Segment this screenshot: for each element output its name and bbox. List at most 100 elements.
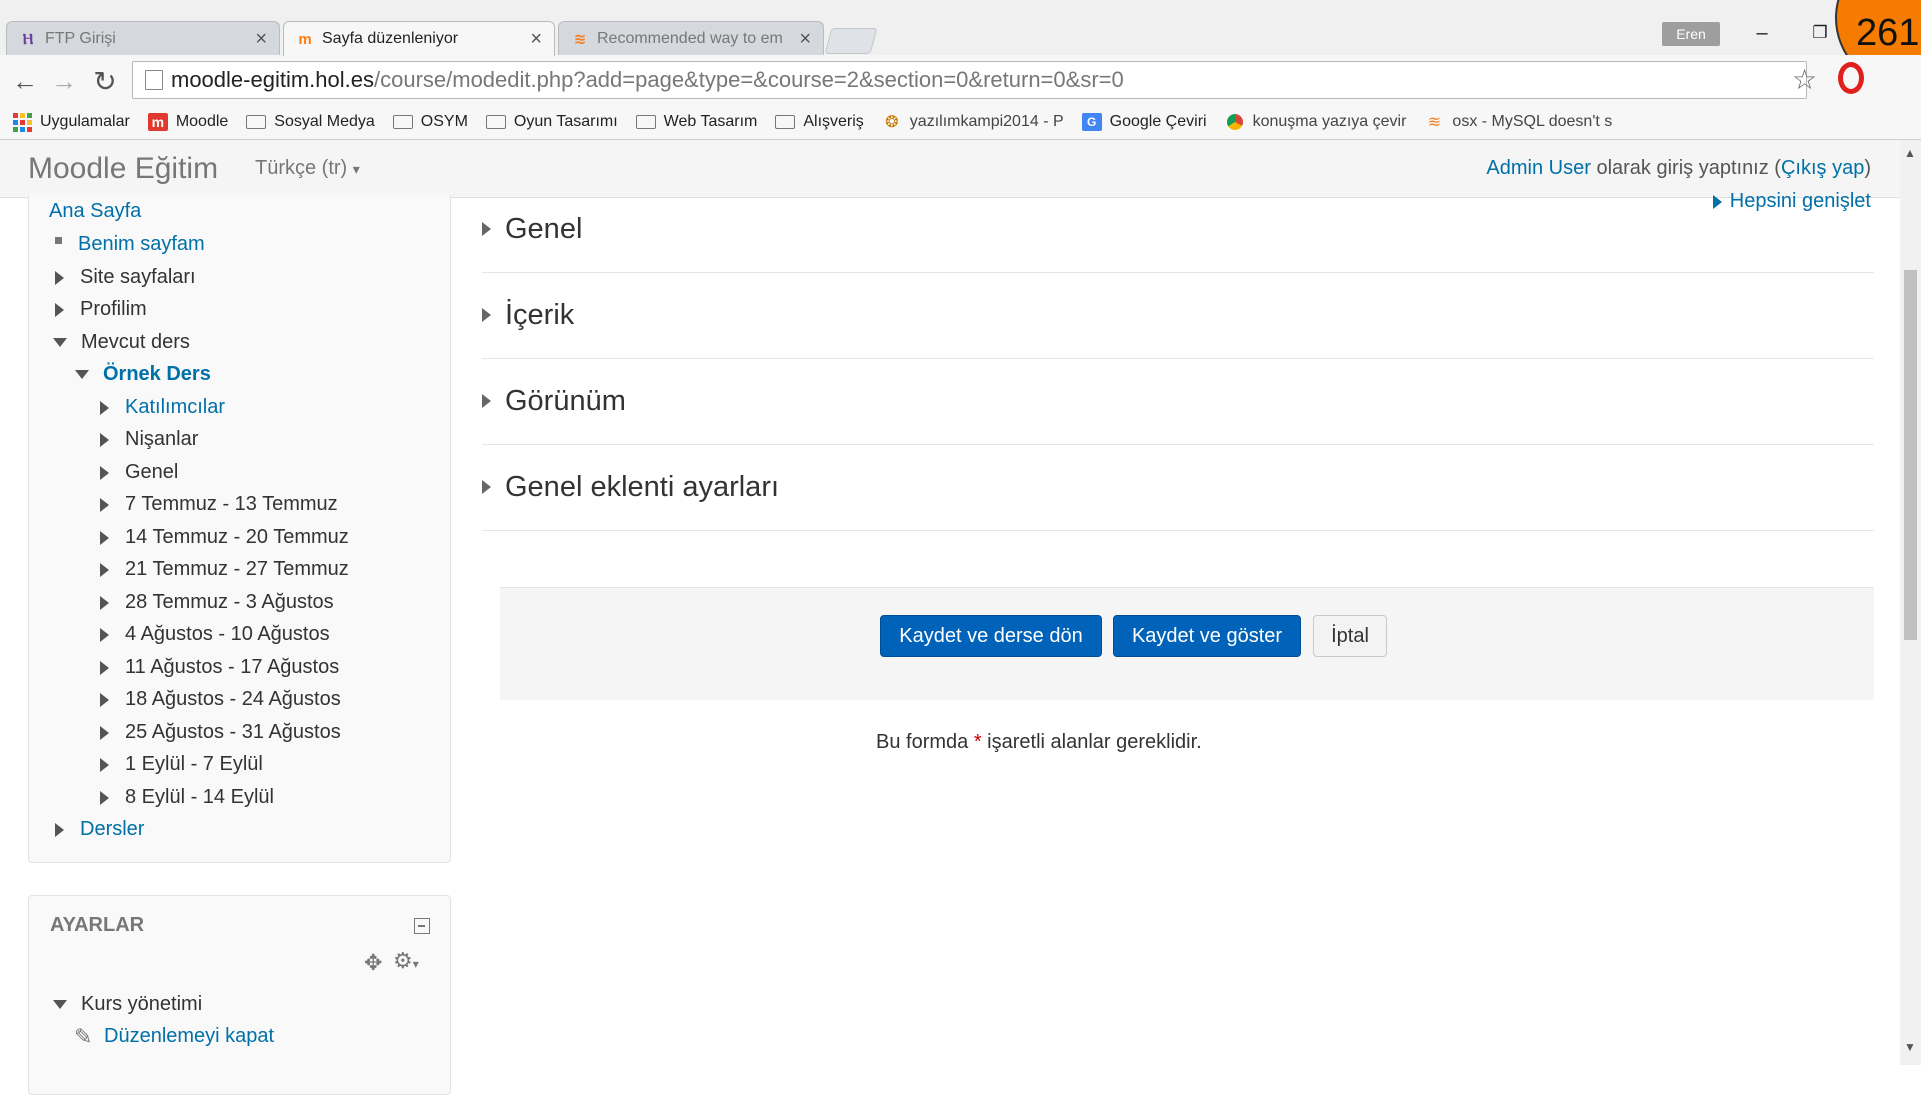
folder-icon [635,113,656,131]
expand-arrow-icon [100,432,109,447]
bookmark-moodle[interactable]: m Moodle [147,113,228,131]
required-asterisk: * [973,731,982,753]
nav-week[interactable]: 8 Eylül - 14 Eylül [100,786,274,809]
scroll-up-icon[interactable]: ▲ [1904,146,1916,160]
section-appearance[interactable]: Görünüm [482,358,1874,445]
bookmark-star-icon[interactable]: ☆ [1792,63,1817,96]
host-icon: Ⲏ [22,30,34,48]
bookmarks-bar: Uygulamalar m Moodle Sosyal Medya OSYM O… [0,105,1921,140]
nav-home[interactable]: Ana Sayfa [49,200,141,223]
expand-arrow-icon [482,394,491,408]
nav-week[interactable]: 21 Temmuz - 27 Temmuz [100,558,349,581]
folder-icon [246,113,267,131]
nav-week[interactable]: 18 Ağustos - 24 Ağustos [100,688,341,711]
bookmark-web-design[interactable]: Web Tasarım [635,113,757,131]
section-general[interactable]: Genel [482,186,1874,273]
tab-ftp-login[interactable]: Ⲏ FTP Girişi × [6,21,280,56]
expand-arrow-icon [100,692,109,707]
nav-week[interactable]: 14 Temmuz - 20 Temmuz [100,526,349,549]
pencil-icon: ✎ [74,1024,93,1049]
nav-week[interactable]: 28 Temmuz - 3 Ağustos [100,591,334,614]
save-display-button[interactable]: Kaydet ve göster [1113,615,1301,657]
close-tab-icon[interactable]: × [530,28,542,51]
expand-arrow-icon [482,222,491,236]
user-profile-link[interactable]: Admin User [1486,157,1590,179]
bookmark-game-design[interactable]: Oyun Tasarımı [485,113,618,131]
settings-course-admin[interactable]: Kurs yönetimi [53,993,202,1016]
bookmark-apps[interactable]: Uygulamalar [12,112,130,132]
nav-week[interactable]: 4 Ağustos - 10 Ağustos [100,623,330,646]
tab-recommended-way[interactable]: ≋ Recommended way to em × [558,21,824,56]
minimize-icon[interactable]: – [1742,18,1782,48]
expand-arrow-icon [55,302,64,317]
section-content[interactable]: İçerik [482,272,1874,359]
folder-icon [775,113,796,131]
opera-extension-icon[interactable] [1838,62,1864,94]
scroll-down-icon[interactable]: ▼ [1904,1040,1916,1054]
expand-arrow-icon [55,822,64,837]
nav-general[interactable]: Genel [100,461,178,484]
nav-my-page[interactable]: Benim sayfam [55,233,205,256]
nav-site-pages[interactable]: Site sayfaları [55,266,196,289]
nav-badges[interactable]: Nişanlar [100,428,198,451]
site-brand[interactable]: Moodle Eğitim [28,152,218,186]
profile-badge[interactable]: Eren [1662,22,1720,46]
nav-current-course[interactable]: Mevcut ders [53,331,190,354]
stackoverflow-icon: ≋ [1427,114,1442,131]
nav-courses[interactable]: Dersler [55,818,144,841]
expand-arrow-icon [482,480,491,494]
reload-icon[interactable]: ↻ [88,64,122,98]
bookmark-google-translate[interactable]: G Google Çeviri [1081,113,1207,131]
moodle-icon: m [147,113,168,131]
nav-participants[interactable]: Katılımcılar [100,396,225,419]
collapse-block-icon[interactable] [414,918,430,934]
back-icon[interactable]: ← [8,64,42,98]
gear-icon[interactable]: ⚙▾ [393,948,419,974]
nav-week[interactable]: 1 Eylül - 7 Eylül [100,753,263,776]
expand-arrow-icon [482,308,491,322]
save-return-button[interactable]: Kaydet ve derse dön [880,615,1102,657]
url-text: moodle-egitim.hol.es/course/modedit.php?… [171,67,1124,92]
restore-icon[interactable]: ❐ [1800,18,1840,48]
nav-week[interactable]: 11 Ağustos - 17 Ağustos [100,656,339,679]
page-icon [145,70,163,90]
expand-arrow-icon [100,627,109,642]
settings-turn-editing-off[interactable]: Düzenlemeyi kapat [104,1025,274,1048]
expand-arrow-icon [100,757,109,772]
address-bar[interactable]: moodle-egitim.hol.es/course/modedit.php?… [132,61,1807,99]
cancel-button[interactable]: İptal [1313,615,1387,657]
section-common-module-settings[interactable]: Genel eklenti ayarları [482,444,1874,531]
collapse-arrow-icon [75,370,89,379]
counter-value: 261 [1856,12,1920,54]
collapse-arrow-icon [53,338,67,347]
expand-arrow-icon [55,270,64,285]
language-menu[interactable]: Türkçe (tr) ▾ [255,157,360,180]
expand-arrow-icon [100,595,109,610]
forward-icon[interactable]: → [47,64,81,98]
folder-icon [392,113,413,131]
chrome-icon [1225,113,1245,131]
bookmark-shopping[interactable]: Alışveriş [775,113,864,131]
nav-week[interactable]: 7 Temmuz - 13 Temmuz [100,493,338,516]
new-tab-button[interactable] [824,28,878,54]
nav-week[interactable]: 25 Ağustos - 31 Ağustos [100,721,341,744]
bookmark-osym[interactable]: OSYM [392,113,468,131]
bookmark-social-media[interactable]: Sosyal Medya [246,113,375,131]
nav-course-name[interactable]: Örnek Ders [75,363,211,386]
bookmark-software-camp[interactable]: ❂ yazılımkampi2014 - P [882,113,1064,131]
bookmark-mysql-question[interactable]: ≋ osx - MySQL doesn't s [1424,113,1613,131]
stackoverflow-icon: ≋ [573,31,587,48]
close-tab-icon[interactable]: × [799,28,811,51]
move-icon[interactable]: ✥ [364,950,382,976]
translate-icon: G [1081,113,1102,131]
tab-page-editing[interactable]: m Sayfa düzenleniyor × [283,21,555,56]
caret-down-icon: ▾ [352,161,360,177]
nav-profile[interactable]: Profilim [55,298,147,321]
logout-link[interactable]: Çıkış yap [1781,157,1864,179]
expand-arrow-icon [100,530,109,545]
close-tab-icon[interactable]: × [255,28,267,51]
bookmark-speech-to-text[interactable]: konuşma yazıya çevir [1225,113,1406,131]
scrollbar-thumb[interactable] [1904,270,1917,640]
required-fields-note: Bu formda * işaretli alanlar gereklidir. [876,731,1202,753]
expand-arrow-icon [100,790,109,805]
